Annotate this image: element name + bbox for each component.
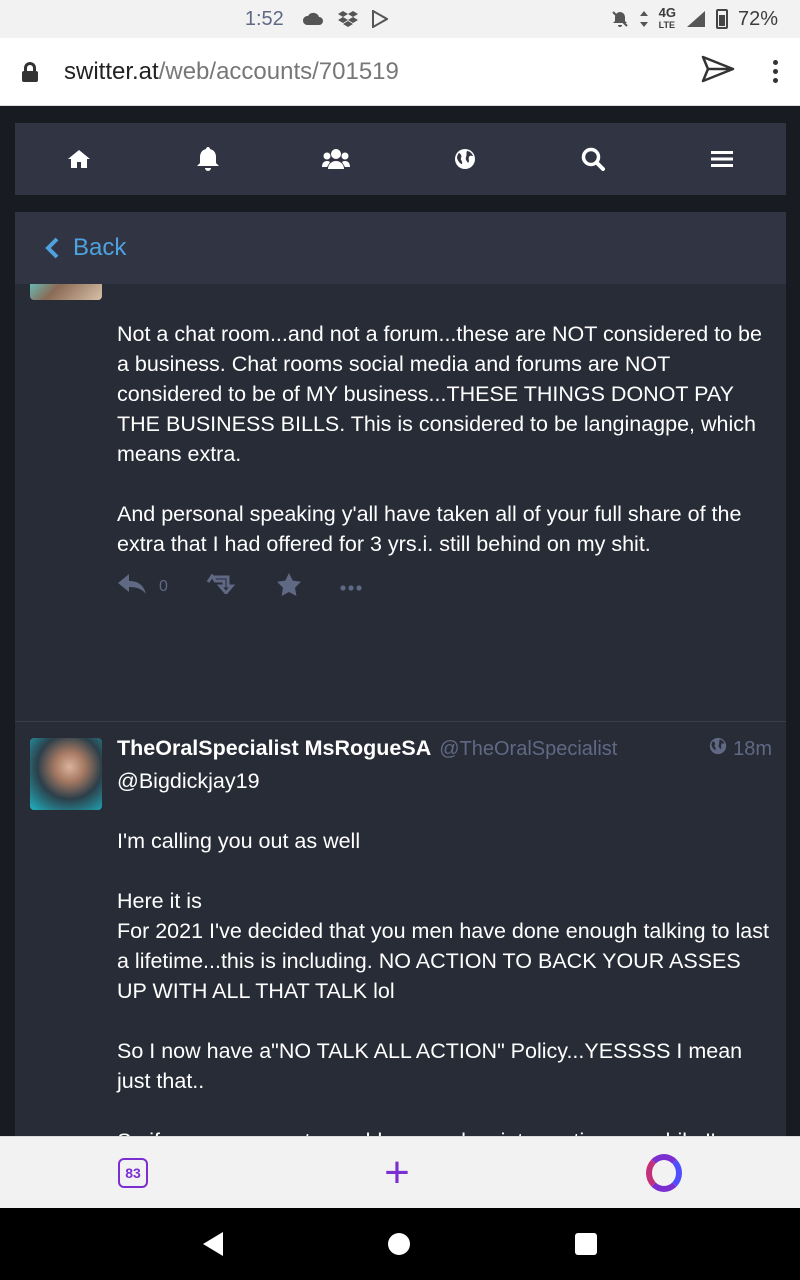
nav-recents-icon[interactable] — [575, 1233, 598, 1255]
battery-percent: 72% — [737, 7, 778, 30]
account-timeline-column: Back Not a chat room...and not a forum..… — [15, 212, 786, 1136]
android-status-bar: 1:52 4G LTE 72% — [0, 0, 800, 38]
play-store-icon — [371, 10, 388, 28]
reply-icon — [117, 573, 147, 600]
notification-icons — [302, 10, 388, 28]
status-content: Not a chat room...and not a forum...thes… — [117, 319, 772, 559]
system-indicators: 4G LTE 72% — [611, 5, 778, 31]
back-button[interactable]: Back — [15, 212, 786, 284]
ellipsis-icon — [340, 578, 362, 596]
url-field[interactable]: switter.at/web/accounts/701519 — [64, 58, 399, 86]
opera-logo-icon[interactable] — [645, 1153, 682, 1192]
top-navigation — [15, 123, 786, 195]
mention-link[interactable]: @Bigdickjay19 — [117, 766, 772, 796]
url-domain: switter.at — [64, 57, 159, 85]
status-paragraph: And personal speaking y'all have taken a… — [117, 502, 742, 556]
reply-button[interactable]: 0 — [117, 573, 168, 600]
status-paragraph: So if money was not a problem...and yo i… — [117, 1126, 772, 1136]
cloud-icon — [302, 12, 324, 26]
status-item[interactable]: Not a chat room...and not a forum...thes… — [15, 228, 786, 722]
status-item[interactable]: TheOralSpecialist MsRogueSA @TheOralSpec… — [15, 722, 786, 1136]
status-paragraph: Not a chat room...and not a forum...thes… — [117, 322, 762, 466]
browser-url-bar: switter.at/web/accounts/701519 — [0, 38, 800, 106]
browser-bottom-bar: 83 + — [0, 1136, 800, 1208]
users-icon[interactable] — [306, 129, 366, 189]
android-nav-bar — [0, 1208, 800, 1280]
menu-icon[interactable] — [692, 129, 752, 189]
lock-icon[interactable] — [22, 61, 38, 82]
globe-icon[interactable] — [435, 129, 495, 189]
boost-button[interactable] — [206, 573, 238, 599]
display-name[interactable]: TheOralSpecialist MsRogueSA — [117, 736, 431, 761]
nav-back-icon[interactable] — [202, 1232, 223, 1256]
data-arrows-icon — [639, 10, 649, 28]
status-content: @Bigdickjay19 I'm calling you out as wel… — [117, 766, 772, 1136]
search-icon[interactable] — [563, 129, 623, 189]
bell-icon[interactable] — [178, 129, 238, 189]
status-paragraph: Here it is For 2021 I've decided that yo… — [117, 889, 769, 1003]
star-icon — [276, 572, 302, 601]
account-handle[interactable]: @TheOralSpecialist — [439, 738, 617, 761]
status-header: TheOralSpecialist MsRogueSA @TheOralSpec… — [117, 736, 772, 761]
home-icon[interactable] — [49, 129, 109, 189]
status-paragraph: I'm calling you out as well — [117, 829, 361, 853]
status-paragraph: So I now have a"NO TALK ALL ACTION" Poli… — [117, 1039, 743, 1093]
back-label: Back — [73, 234, 127, 261]
avatar[interactable] — [30, 738, 102, 810]
tabs-button[interactable]: 83 — [118, 1157, 149, 1188]
browser-menu-icon[interactable] — [773, 60, 778, 83]
battery-icon — [715, 9, 728, 29]
signal-icon — [686, 10, 706, 28]
send-icon[interactable] — [701, 55, 735, 88]
status-action-bar: 0 — [117, 572, 400, 601]
network-type: 4G LTE — [658, 5, 676, 30]
reply-count: 0 — [159, 577, 168, 595]
new-tab-plus-icon[interactable]: + — [384, 1150, 410, 1195]
url-path: /web/accounts/701519 — [158, 57, 399, 85]
retweet-icon — [206, 573, 238, 599]
chevron-left-icon — [45, 237, 59, 259]
status-time: 1:52 — [244, 7, 284, 30]
site-viewport: Back Not a chat room...and not a forum..… — [0, 106, 800, 1136]
mute-icon — [611, 10, 629, 28]
favourite-button[interactable] — [276, 572, 302, 601]
globe-icon — [709, 737, 727, 761]
nav-home-icon[interactable] — [387, 1233, 410, 1255]
status-time[interactable]: 18m — [709, 737, 772, 761]
dropbox-icon — [337, 10, 358, 28]
more-button[interactable] — [340, 578, 362, 596]
